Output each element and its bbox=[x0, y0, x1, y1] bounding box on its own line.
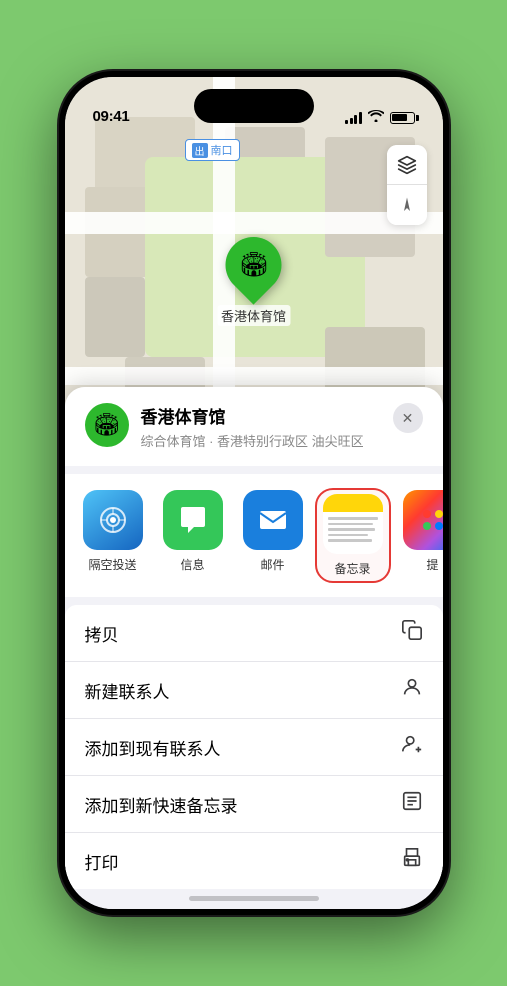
messages-label: 信息 bbox=[180, 556, 204, 573]
stadium-pin: 🏟 bbox=[214, 225, 293, 304]
action-list: 拷贝 新建联系人 bbox=[65, 605, 443, 889]
messages-icon bbox=[163, 490, 223, 550]
action-quick-note[interactable]: 添加到新快速备忘录 bbox=[65, 776, 443, 833]
more-dots-icon bbox=[423, 510, 443, 530]
action-print[interactable]: 打印 bbox=[65, 833, 443, 889]
notes-icon bbox=[323, 494, 383, 554]
home-indicator bbox=[189, 896, 319, 901]
action-new-contact-label: 新建联系人 bbox=[85, 678, 170, 703]
location-venue-icon: 🏟 bbox=[85, 403, 129, 447]
battery-icon bbox=[390, 112, 415, 124]
map-controls bbox=[387, 145, 427, 225]
share-row: 隔空投送 信息 bbox=[65, 474, 443, 597]
map-exit-label: 出 南口 bbox=[185, 139, 240, 161]
stadium-marker: 🏟 香港体育馆 bbox=[217, 237, 290, 326]
new-contact-icon bbox=[401, 676, 423, 704]
stadium-icon: 🏟 bbox=[238, 251, 268, 280]
map-location-button[interactable] bbox=[387, 185, 427, 225]
action-copy-label: 拷贝 bbox=[85, 621, 119, 646]
phone-screen: 09:41 bbox=[65, 77, 443, 909]
exit-name: 南口 bbox=[211, 142, 233, 158]
action-add-existing-contact[interactable]: 添加到现有联系人 bbox=[65, 719, 443, 776]
mail-icon bbox=[243, 490, 303, 550]
print-icon bbox=[401, 847, 423, 875]
notes-label: 备忘录 bbox=[334, 560, 370, 577]
add-contact-icon bbox=[401, 733, 423, 761]
action-print-label: 打印 bbox=[85, 849, 119, 874]
wifi-icon bbox=[368, 110, 384, 125]
action-add-existing-label: 添加到现有联系人 bbox=[85, 735, 221, 760]
share-item-mail[interactable]: 邮件 bbox=[237, 490, 309, 581]
airdrop-icon bbox=[83, 490, 143, 550]
share-item-notes[interactable]: 备忘录 bbox=[317, 490, 389, 581]
status-time: 09:41 bbox=[93, 108, 130, 125]
location-title: 香港体育馆 bbox=[141, 403, 381, 428]
more-icon bbox=[403, 490, 443, 550]
action-quick-note-label: 添加到新快速备忘录 bbox=[85, 792, 238, 817]
copy-icon bbox=[401, 619, 423, 647]
mail-label: 邮件 bbox=[260, 556, 284, 573]
dynamic-island bbox=[194, 89, 314, 123]
share-item-more[interactable]: 提 bbox=[397, 490, 443, 581]
quick-note-icon bbox=[401, 790, 423, 818]
map-layers-button[interactable] bbox=[387, 145, 427, 185]
location-subtitle: 综合体育馆 · 香港特别行政区 油尖旺区 bbox=[141, 431, 381, 450]
bottom-sheet: 🏟 香港体育馆 综合体育馆 · 香港特别行政区 油尖旺区 ✕ bbox=[65, 387, 443, 909]
exit-icon: 出 bbox=[192, 143, 208, 158]
action-copy[interactable]: 拷贝 bbox=[65, 605, 443, 662]
signal-icon bbox=[345, 112, 362, 124]
share-item-airdrop[interactable]: 隔空投送 bbox=[77, 490, 149, 581]
share-item-messages[interactable]: 信息 bbox=[157, 490, 229, 581]
phone-frame: 09:41 bbox=[59, 71, 449, 915]
status-icons bbox=[345, 110, 415, 125]
more-label: 提 bbox=[426, 556, 438, 573]
location-info: 香港体育馆 综合体育馆 · 香港特别行政区 油尖旺区 bbox=[141, 403, 381, 450]
location-card: 🏟 香港体育馆 综合体育馆 · 香港特别行政区 油尖旺区 ✕ bbox=[65, 387, 443, 466]
airdrop-label: 隔空投送 bbox=[88, 556, 136, 573]
action-new-contact[interactable]: 新建联系人 bbox=[65, 662, 443, 719]
close-button[interactable]: ✕ bbox=[393, 403, 423, 433]
stadium-name-label: 香港体育馆 bbox=[217, 305, 290, 326]
